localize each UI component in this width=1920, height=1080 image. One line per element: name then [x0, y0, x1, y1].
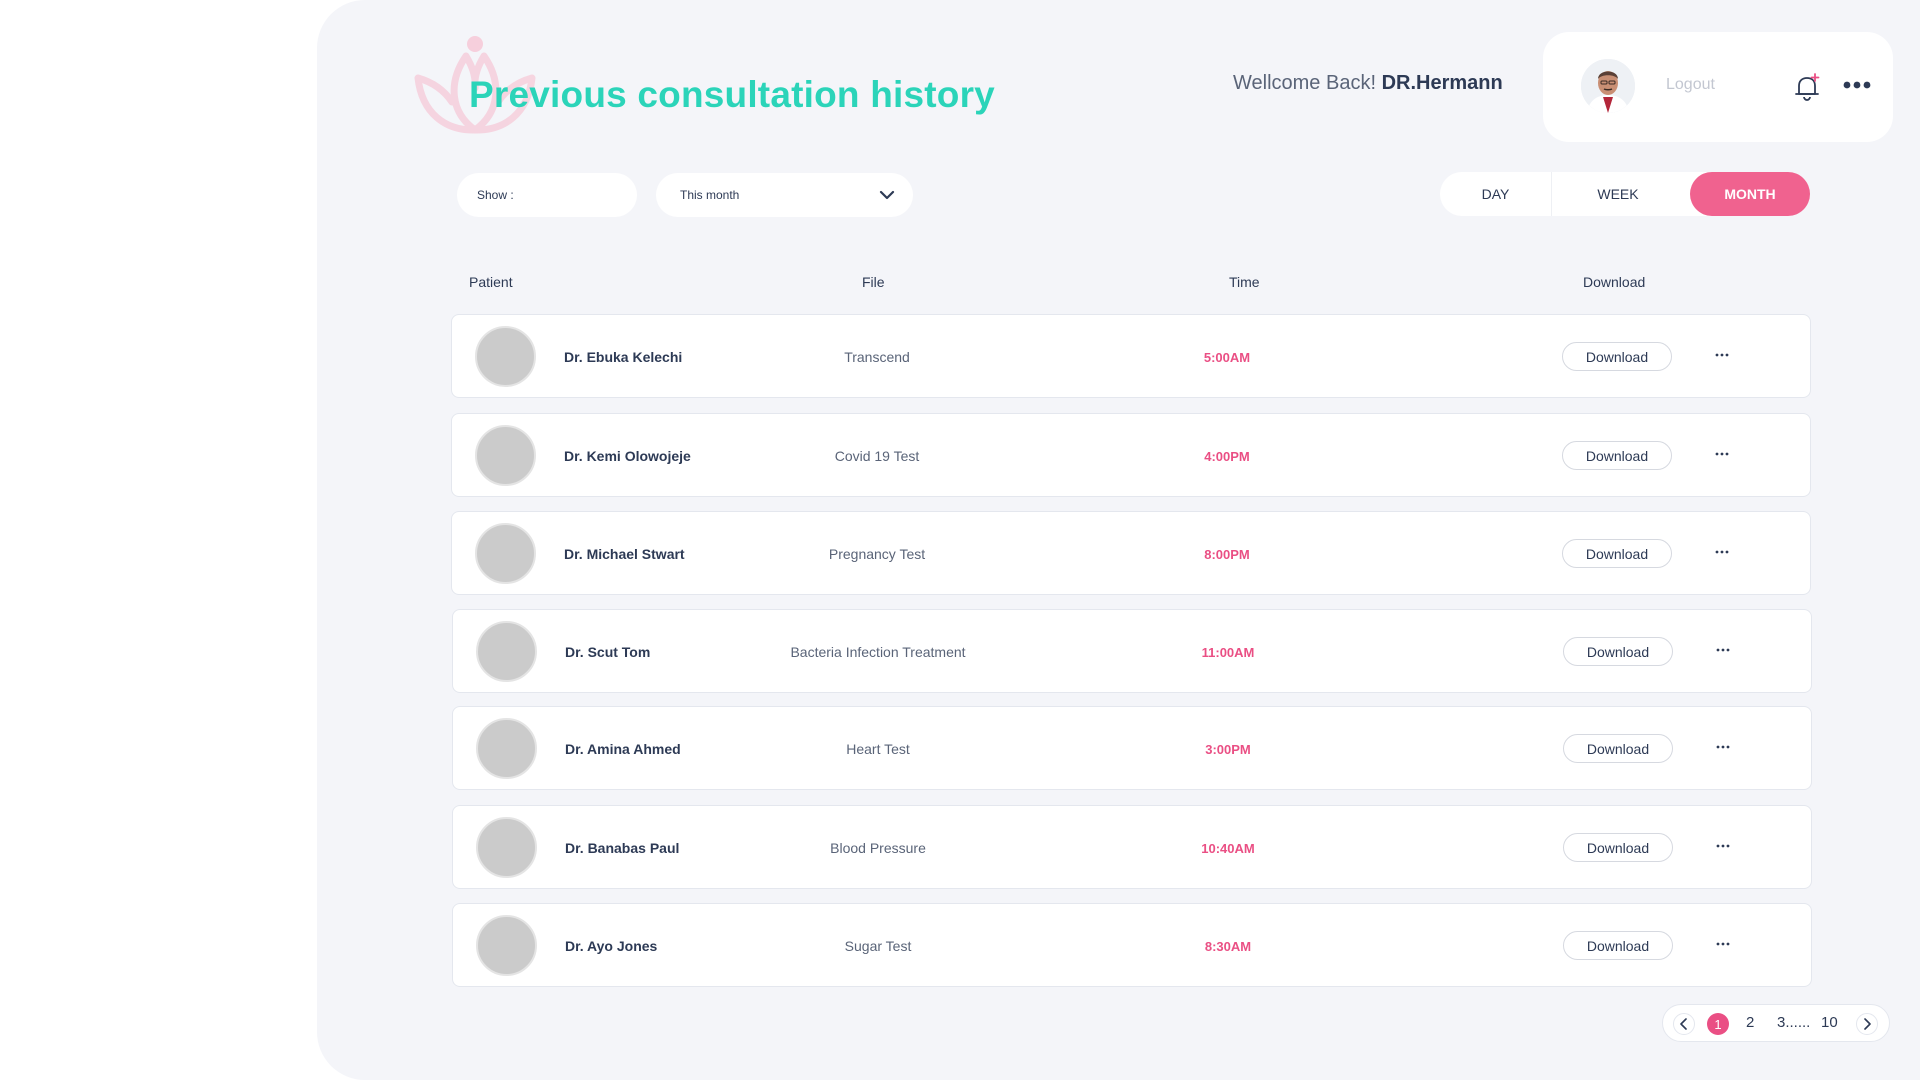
- period-toggle: DAY WEEK MONTH: [1440, 172, 1810, 216]
- column-header-time: Time: [1229, 274, 1260, 290]
- table-row: Dr. Scut Tom Bacteria Infection Treatmen…: [452, 609, 1812, 693]
- doctor-name: DR.Hermann: [1381, 72, 1503, 94]
- consultation-time: 4:00PM: [1204, 449, 1250, 464]
- file-name: Pregnancy Test: [828, 546, 926, 562]
- file-name: Sugar Test: [844, 938, 912, 954]
- consultation-time: 3:00PM: [1205, 742, 1251, 757]
- download-button[interactable]: Download: [1563, 734, 1673, 763]
- patient-avatar: [476, 817, 537, 878]
- patient-avatar: [476, 718, 537, 779]
- download-button[interactable]: Download: [1563, 637, 1673, 666]
- row-more-icon[interactable]: [1713, 840, 1733, 852]
- consultation-time: 5:00AM: [1203, 350, 1251, 365]
- consultation-time: 8:00PM: [1204, 547, 1250, 562]
- welcome-message: Wellcome Back! DR.Hermann: [1233, 72, 1503, 95]
- chevron-down-icon: [879, 190, 895, 200]
- page-2-button[interactable]: 2: [1746, 1014, 1754, 1031]
- page-title: Previous consultation history: [469, 74, 995, 115]
- patient-avatar: [475, 326, 536, 387]
- pagination: 1 2 3...... 10: [1662, 1004, 1890, 1042]
- page-3-button[interactable]: 3......: [1777, 1014, 1810, 1031]
- file-name: Covid 19 Test: [834, 448, 920, 464]
- patient-name: Dr. Michael Stwart: [564, 546, 685, 562]
- patient-avatar: [475, 425, 536, 486]
- chevron-left-icon: [1680, 1018, 1687, 1030]
- table-row: Dr. Michael Stwart Pregnancy Test 8:00PM…: [451, 511, 1811, 595]
- download-button[interactable]: Download: [1562, 441, 1672, 470]
- table-row: Dr. Ebuka Kelechi Transcend 5:00AM Downl…: [451, 314, 1811, 398]
- download-button[interactable]: Download: [1562, 342, 1672, 371]
- patient-name: Dr. Amina Ahmed: [565, 741, 681, 757]
- file-name: Blood Pressure: [830, 840, 926, 856]
- show-label: Show :: [477, 188, 514, 202]
- period-day-button[interactable]: DAY: [1440, 172, 1552, 216]
- logout-link[interactable]: Logout: [1666, 76, 1715, 94]
- consultation-time: 11:00AM: [1201, 645, 1255, 660]
- patient-name: Dr. Kemi Olowojeje: [564, 448, 691, 464]
- period-week-button[interactable]: WEEK: [1552, 172, 1684, 216]
- page-1-button[interactable]: 1: [1707, 1013, 1729, 1035]
- period-month-button[interactable]: MONTH: [1690, 172, 1810, 216]
- file-name: Bacteria Infection Treatment: [790, 644, 966, 660]
- chevron-right-icon: [1864, 1018, 1871, 1030]
- consultation-time: 10:40AM: [1201, 841, 1255, 856]
- file-name: Transcend: [844, 349, 910, 365]
- download-button[interactable]: Download: [1562, 539, 1672, 568]
- download-button[interactable]: Download: [1563, 833, 1673, 862]
- table-row: Dr. Amina Ahmed Heart Test 3:00PM Downlo…: [452, 706, 1812, 790]
- bell-icon[interactable]: [1791, 71, 1823, 103]
- table-row: Dr. Banabas Paul Blood Pressure 10:40AM …: [452, 805, 1812, 889]
- row-more-icon[interactable]: [1712, 546, 1732, 558]
- table-row: Dr. Kemi Olowojeje Covid 19 Test 4:00PM …: [451, 413, 1811, 497]
- pagination-prev-button[interactable]: [1673, 1013, 1695, 1035]
- period-select-value: This month: [680, 188, 740, 202]
- column-header-patient: Patient: [469, 274, 513, 290]
- row-more-icon[interactable]: [1713, 938, 1733, 950]
- consultation-time: 8:30AM: [1204, 939, 1252, 954]
- patient-avatar: [475, 523, 536, 584]
- row-more-icon[interactable]: [1713, 644, 1733, 656]
- row-more-icon[interactable]: [1713, 741, 1733, 753]
- main-panel: Previous consultation history Wellcome B…: [317, 0, 1920, 1080]
- patient-name: Dr. Banabas Paul: [565, 840, 680, 856]
- row-more-icon[interactable]: [1712, 349, 1732, 361]
- patient-name: Dr. Ayo Jones: [565, 938, 658, 954]
- period-select[interactable]: This month: [656, 173, 913, 217]
- patient-name: Dr. Scut Tom: [565, 644, 651, 660]
- patient-avatar: [476, 621, 537, 682]
- avatar[interactable]: [1581, 59, 1635, 113]
- welcome-prefix: Wellcome Back!: [1233, 72, 1377, 94]
- page-10-button[interactable]: 10: [1821, 1014, 1838, 1031]
- column-header-download: Download: [1583, 274, 1646, 290]
- table-row: Dr. Ayo Jones Sugar Test 8:30AM Download: [452, 903, 1812, 987]
- row-more-icon[interactable]: [1712, 448, 1732, 460]
- user-card: Logout: [1543, 32, 1893, 142]
- show-filter[interactable]: Show :: [457, 173, 637, 217]
- more-dots-icon[interactable]: [1843, 78, 1871, 92]
- patient-name: Dr. Ebuka Kelechi: [564, 349, 683, 365]
- file-name: Heart Test: [846, 741, 910, 757]
- pagination-next-button[interactable]: [1856, 1013, 1878, 1035]
- patient-avatar: [476, 915, 537, 976]
- column-header-file: File: [862, 274, 885, 290]
- download-button[interactable]: Download: [1563, 931, 1673, 960]
